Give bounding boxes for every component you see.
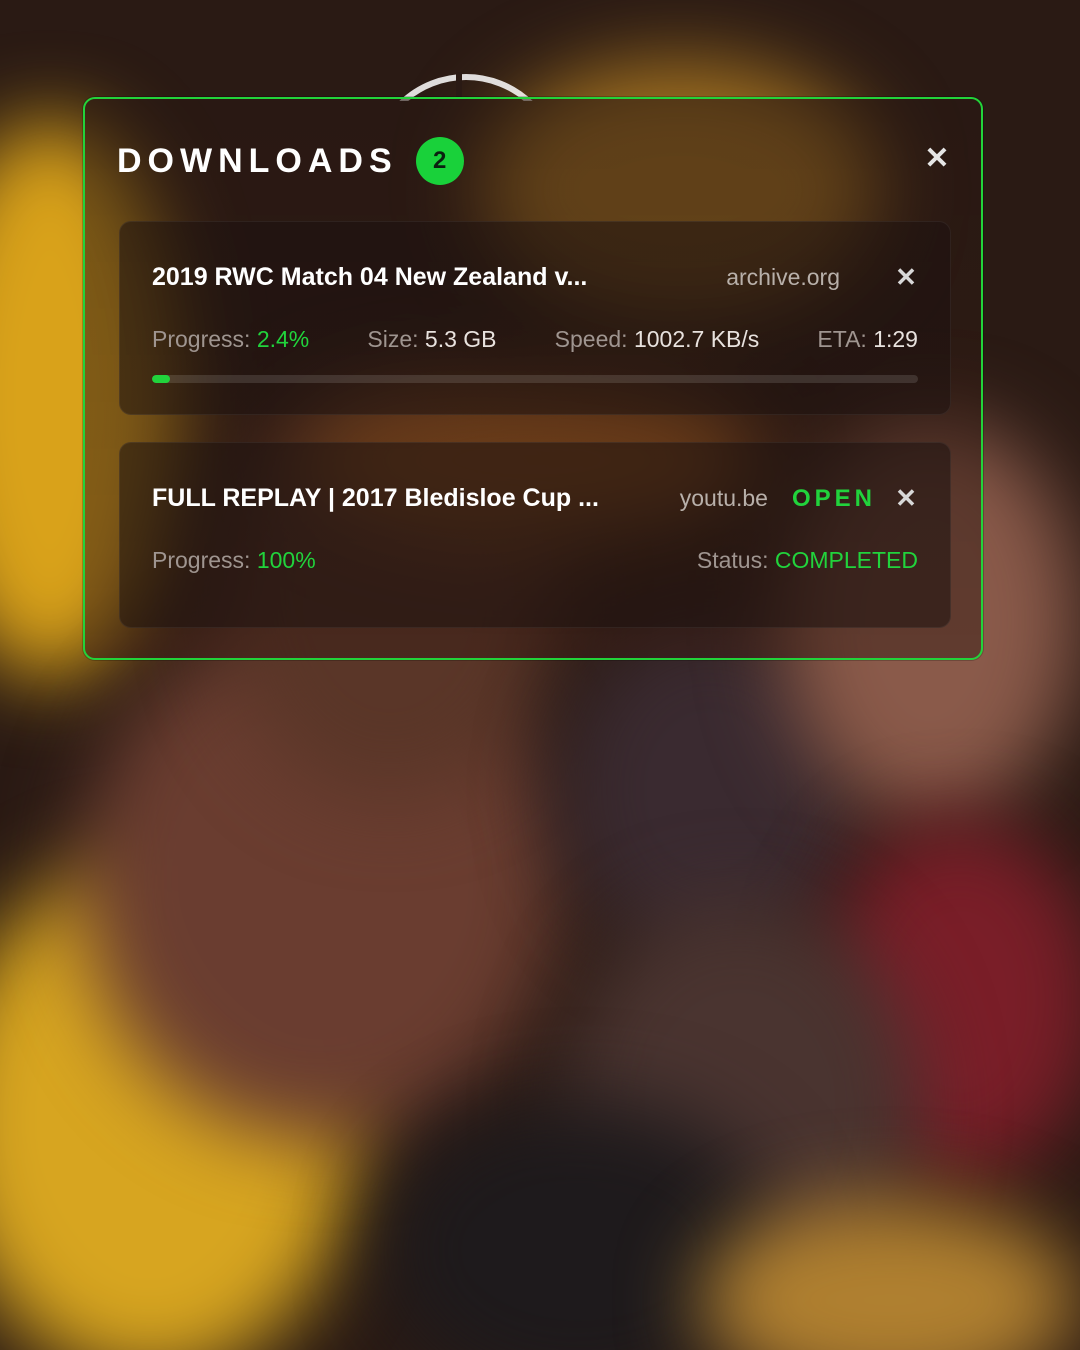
size-value: 5.3 GB [424, 326, 497, 352]
download-item: FULL REPLAY | 2017 Bledisloe Cup ... you… [119, 442, 951, 628]
panel-header: DOWNLOADS 2 [117, 137, 464, 185]
progress-label: Progress: [152, 547, 251, 573]
status-value: COMPLETED [774, 547, 918, 573]
progress-bar-fill [152, 375, 171, 383]
download-name: FULL REPLAY | 2017 Bledisloe Cup ... [152, 484, 599, 512]
eta-label: ETA: [817, 326, 867, 352]
download-source: archive.org [726, 264, 840, 290]
progress-label: Progress: [152, 326, 251, 352]
panel-title: DOWNLOADS [117, 141, 398, 180]
eta-value: 1:29 [873, 326, 918, 352]
speed-label: Speed: [554, 326, 628, 352]
remove-download-icon[interactable]: ✕ [894, 483, 918, 514]
size-stat: Size: 5.3 GB [367, 326, 496, 353]
progress-value: 2.4% [256, 326, 310, 352]
eta-stat: ETA: 1:29 [817, 326, 918, 353]
status-stat: Status: COMPLETED [697, 547, 918, 574]
download-item: 2019 RWC Match 04 New Zealand v... archi… [119, 221, 951, 415]
progress-stat: Progress: 2.4% [152, 326, 309, 353]
download-count-badge: 2 [415, 137, 464, 185]
downloads-panel: DOWNLOADS 2 ✕ 2019 RWC Match 04 New Zeal… [83, 97, 983, 660]
progress-value: 100% [256, 547, 316, 573]
remove-download-icon[interactable]: ✕ [894, 262, 918, 293]
progress-stat: Progress: 100% [152, 547, 316, 574]
download-name: 2019 RWC Match 04 New Zealand v... [152, 263, 588, 291]
close-icon[interactable]: ✕ [923, 144, 951, 174]
speed-value: 1002.7 KB/s [633, 326, 760, 352]
open-button[interactable]: OPEN [792, 485, 876, 513]
status-label: Status: [696, 547, 769, 573]
size-label: Size: [367, 326, 419, 352]
progress-bar [152, 375, 918, 383]
download-source: youtu.be [679, 485, 768, 511]
speed-stat: Speed: 1002.7 KB/s [555, 326, 760, 353]
